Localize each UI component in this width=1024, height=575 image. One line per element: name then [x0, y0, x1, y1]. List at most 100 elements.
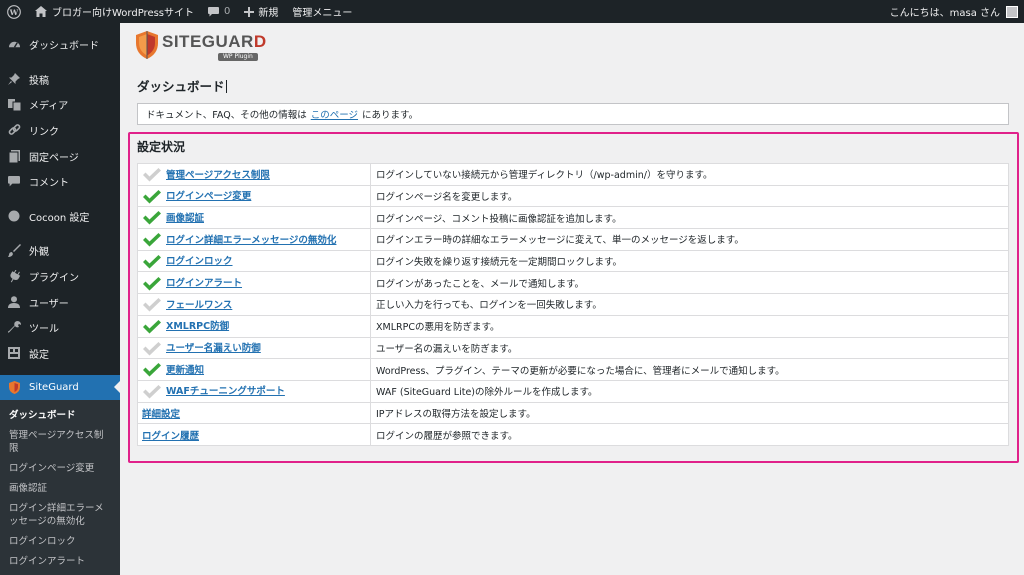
feature-description: ログイン失敗を繰り返す接続元を一定期間ロックします。	[370, 249, 1009, 273]
menu-item-settings[interactable]: 設定	[0, 341, 120, 367]
submenu-item-login-alert[interactable]: ログインアラート	[0, 552, 120, 572]
admin-menu-label: 管理メニュー	[292, 8, 353, 19]
feature-link[interactable]: ログインページ変更	[166, 191, 251, 202]
submenu-item-disable-error-msg[interactable]: ログイン詳細エラーメッセージの無効化	[0, 499, 120, 532]
home-icon	[35, 6, 47, 17]
check-on-icon	[142, 363, 162, 377]
menu-item-appearance[interactable]: 外観	[0, 238, 120, 264]
check-on-icon	[142, 189, 162, 204]
siteguard-icon	[7, 381, 21, 395]
site-name: ブロガー向けWordPressサイト	[52, 8, 195, 19]
menu-item-cocoon-settings[interactable]: Cocoon 設定	[0, 204, 120, 230]
menu-item-comments[interactable]: コメント	[0, 169, 120, 195]
new-label: 新規	[258, 8, 279, 19]
link-icon	[7, 124, 21, 138]
feature-description: IPアドレスの取得方法を設定します。	[370, 401, 1009, 425]
comment-icon	[7, 175, 21, 189]
feature-link[interactable]: WAFチューニングサポート	[166, 386, 285, 397]
comments-link[interactable]: 0	[201, 0, 237, 23]
comment-bubble-icon	[208, 6, 220, 17]
menu-label: ユーザー	[29, 298, 69, 310]
new-content-link[interactable]: 新規	[237, 0, 285, 23]
menu-item-pages[interactable]: 固定ページ	[0, 143, 120, 169]
menu-label: 投稿	[29, 75, 49, 87]
menu-item-tools[interactable]: ツール	[0, 315, 120, 341]
dashboard-icon	[7, 38, 21, 52]
feature-link[interactable]: XMLRPC防御	[166, 321, 229, 332]
wrench-icon	[7, 321, 21, 335]
feature-link[interactable]: 詳細設定	[142, 409, 180, 420]
table-row: 詳細設定 IPアドレスの取得方法を設定します。	[137, 401, 1009, 425]
menu-item-links[interactable]: リンク	[0, 118, 120, 144]
feature-description: WordPress、プラグイン、テーマの更新が必要になった場合に、管理者にメール…	[370, 358, 1009, 381]
check-off-icon	[142, 384, 162, 399]
menu-label: ダッシュボード	[29, 41, 99, 53]
check-off-icon	[142, 168, 162, 182]
feature-link[interactable]: フェールワンス	[166, 300, 232, 311]
docs-page-link[interactable]: このページ	[311, 107, 358, 121]
page-icon	[7, 149, 21, 163]
menu-item-siteguard[interactable]: SiteGuard	[0, 375, 120, 401]
feature-description: ログインしていない接続元から管理ディレクトリ（/wp-admin/）を守ります。	[370, 163, 1009, 186]
svg-text:W: W	[9, 7, 19, 16]
site-name-link[interactable]: ブロガー向けWordPressサイト	[28, 0, 201, 23]
submenu-item-rename-login[interactable]: ログインページ変更	[0, 459, 120, 479]
feature-name-cell: WAFチューニングサポート	[137, 379, 371, 403]
menu-label: 外観	[29, 247, 49, 259]
feature-description: ログインの履歴が参照できます。	[370, 423, 1009, 446]
main-content: SITEGUARD WP Plugin ダッシュボード ドキュメント、FAQ、そ…	[120, 23, 1024, 575]
admin-menu-link[interactable]: 管理メニュー	[285, 0, 359, 23]
feature-name-cell: ログイン履歴	[137, 423, 371, 446]
feature-description: ログインページ名を変更します。	[370, 184, 1009, 208]
feature-link[interactable]: ログイン詳細エラーメッセージの無効化	[166, 235, 336, 246]
avatar	[1006, 5, 1018, 18]
feature-link[interactable]: ユーザー名漏えい防御	[166, 343, 261, 354]
menu-label: 固定ページ	[29, 152, 79, 164]
table-row: 更新通知 WordPress、プラグイン、テーマの更新が必要になった場合に、管理者…	[137, 358, 1009, 381]
submenu-item-dashboard[interactable]: ダッシュボード	[0, 406, 120, 426]
menu-label: リンク	[29, 127, 59, 139]
feature-link[interactable]: 更新通知	[166, 365, 204, 376]
table-row: XMLRPC防御 XMLRPCの悪用を防ぎます。	[137, 314, 1009, 338]
feature-link[interactable]: ログインロック	[166, 256, 233, 267]
menu-item-plugins[interactable]: プラグイン	[0, 264, 120, 290]
feature-name-cell: 管理ページアクセス制限	[137, 163, 371, 186]
table-row: ログインロック ログイン失敗を繰り返す接続元を一定期間ロックします。	[137, 249, 1009, 273]
feature-name-cell: ログインアラート	[137, 271, 371, 295]
check-off-icon	[142, 298, 162, 312]
feature-name-cell: 画像認証	[137, 206, 371, 230]
feature-link[interactable]: 管理ページアクセス制限	[166, 170, 270, 181]
feature-name-cell: ログインページ変更	[137, 184, 371, 208]
menu-label: プラグイン	[29, 273, 79, 285]
menu-item-media[interactable]: メディア	[0, 92, 120, 118]
feature-description: XMLRPCの悪用を防ぎます。	[370, 314, 1009, 338]
feature-description: ユーザー名の漏えいを防ぎます。	[370, 336, 1009, 360]
check-on-icon	[142, 254, 162, 269]
menu-label: 設定	[29, 349, 49, 361]
admin-sidebar: ダッシュボード 投稿 メディア リンク 固定ページ コメント Cocoon 設定…	[0, 23, 120, 575]
comments-count: 0	[224, 6, 231, 17]
menu-label: コメント	[29, 178, 69, 190]
table-row: ログイン詳細エラーメッセージの無効化 ログインエラー時の詳細なエラーメッセージに変…	[137, 228, 1009, 251]
check-on-icon	[142, 276, 162, 291]
check-on-icon	[142, 233, 162, 247]
siteguard-logo: SITEGUARD WP Plugin	[136, 31, 267, 62]
plus-icon	[244, 6, 255, 17]
submenu-item-captcha[interactable]: 画像認証	[0, 479, 120, 499]
submenu-item-login-lock[interactable]: ログインロック	[0, 532, 120, 552]
check-on-icon	[142, 319, 162, 334]
submenu-item-admin-access[interactable]: 管理ページアクセス制限	[0, 426, 120, 459]
menu-item-users[interactable]: ユーザー	[0, 289, 120, 315]
table-row: 管理ページアクセス制限 ログインしていない接続元から管理ディレクトリ（/wp-ad…	[137, 163, 1009, 186]
feature-description: ログインがあったことを、メールで通知します。	[370, 271, 1009, 295]
feature-link[interactable]: 画像認証	[166, 213, 204, 224]
plugin-icon	[7, 270, 21, 284]
table-row: フェールワンス 正しい入力を行っても、ログインを一回失敗します。	[137, 293, 1009, 316]
wordpress-logo-icon[interactable]: W	[0, 0, 28, 23]
feature-link[interactable]: ログイン履歴	[142, 431, 199, 442]
menu-item-dashboard[interactable]: ダッシュボード	[0, 32, 120, 58]
feature-link[interactable]: ログインアラート	[166, 278, 242, 289]
menu-label: SiteGuard	[29, 382, 79, 394]
account-menu[interactable]: こんにちは、masa さん	[883, 0, 1024, 23]
menu-item-posts[interactable]: 投稿	[0, 67, 120, 93]
